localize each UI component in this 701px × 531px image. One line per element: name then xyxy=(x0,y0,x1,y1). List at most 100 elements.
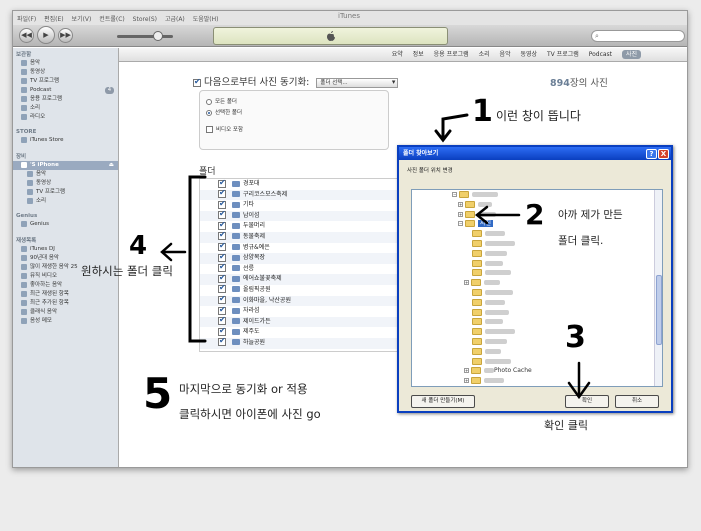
tab-ringtones[interactable]: 소리 xyxy=(479,51,490,58)
expand-icon[interactable]: + xyxy=(464,280,469,286)
previous-button[interactable]: ◀◀ xyxy=(19,28,34,43)
collapse-icon[interactable]: − xyxy=(458,221,463,227)
play-button[interactable]: ▶ xyxy=(37,26,55,44)
tab-movies[interactable]: 동영상 xyxy=(521,51,538,58)
radio-button[interactable] xyxy=(206,98,212,105)
tab-summary[interactable]: 요약 xyxy=(392,51,403,58)
folder-checkbox[interactable] xyxy=(218,273,226,283)
expand-icon[interactable]: + xyxy=(458,211,463,217)
menu-view[interactable]: 보기(V) xyxy=(72,16,92,23)
dialog-titlebar: 폴더 찾아보기 ? X xyxy=(399,147,671,160)
tree-node[interactable] xyxy=(412,317,662,327)
sync-photos-checkbox[interactable] xyxy=(193,77,201,87)
sidebar-item-genius[interactable]: Genius xyxy=(13,220,118,229)
tree-node[interactable]: + Photo Cache xyxy=(412,366,662,376)
radio-all-folders[interactable]: 모든 폴더 xyxy=(206,97,382,108)
volume-slider[interactable] xyxy=(117,31,173,41)
menu-store[interactable]: Store(S) xyxy=(133,16,157,23)
sidebar-item-device-music[interactable]: 음악 xyxy=(13,170,118,179)
tab-podcast[interactable]: Podcast xyxy=(589,51,612,58)
folder-checkbox[interactable] xyxy=(218,230,226,241)
sidebar-item-tv[interactable]: TV 프로그램 xyxy=(13,77,118,86)
folder-checkbox[interactable] xyxy=(218,336,226,347)
tree-node[interactable] xyxy=(412,308,662,318)
volume-knob[interactable] xyxy=(153,31,163,41)
sidebar-item-device-tv[interactable]: TV 프로그램 xyxy=(13,188,118,197)
tree-node[interactable] xyxy=(412,239,662,249)
folder-checkbox[interactable] xyxy=(218,220,226,230)
sidebar-item-playlist[interactable]: 90년대 음악 xyxy=(13,254,118,263)
menu-help[interactable]: 도움말(H) xyxy=(193,16,219,23)
include-video-checkbox[interactable] xyxy=(206,126,213,133)
tab-tv[interactable]: TV 프로그램 xyxy=(547,51,579,58)
sidebar-item-apps[interactable]: 응용 프로그램 xyxy=(13,95,118,104)
folder-checkbox[interactable] xyxy=(218,315,226,326)
sidebar-item-movies[interactable]: 동영상 xyxy=(13,68,118,77)
sidebar-item-playlist[interactable]: 음성 메모 xyxy=(13,317,118,326)
folder-checkbox[interactable] xyxy=(218,305,226,315)
folder-checkbox[interactable] xyxy=(218,326,226,336)
tree-node[interactable] xyxy=(412,337,662,347)
tree-node[interactable] xyxy=(412,288,662,298)
radio-selected-folders[interactable]: 선택한 폴더 xyxy=(206,108,382,119)
sidebar-item-radio[interactable]: 라디오 xyxy=(13,113,118,122)
tab-info[interactable]: 정보 xyxy=(413,51,424,58)
sidebar-item-playlist[interactable]: iTunes DJ xyxy=(13,245,118,254)
ok-button[interactable]: 확인 xyxy=(565,395,609,408)
sidebar-item-iphone[interactable]: 'S iPhone ⏏ xyxy=(13,161,118,170)
help-icon[interactable]: ? xyxy=(646,149,657,159)
sidebar-item-device-sounds[interactable]: 소리 xyxy=(13,197,118,206)
tree-node[interactable] xyxy=(412,327,662,337)
cancel-button[interactable]: 취소 xyxy=(615,395,659,408)
tree-node[interactable] xyxy=(412,249,662,259)
sidebar-item-playlist[interactable]: 좋아하는 음악 xyxy=(13,281,118,290)
menu-edit[interactable]: 편집(E) xyxy=(44,16,64,23)
folder-icon xyxy=(472,347,482,355)
film-icon xyxy=(27,179,33,186)
folder-checkbox[interactable] xyxy=(218,209,226,220)
folder-checkbox[interactable] xyxy=(218,262,226,273)
sidebar-item-sounds[interactable]: 소리 xyxy=(13,104,118,113)
tree-node[interactable] xyxy=(412,298,662,308)
collapse-icon[interactable]: − xyxy=(452,192,457,197)
menu-controls[interactable]: 컨트롤(C) xyxy=(99,16,124,23)
sidebar-item-playlist[interactable]: 최근 추가된 항목 xyxy=(13,299,118,308)
sidebar-item-playlist[interactable]: 클래식 음악 xyxy=(13,308,118,317)
tree-node[interactable] xyxy=(412,357,662,367)
sidebar-item-itunes-store[interactable]: iTunes Store xyxy=(13,136,118,145)
menu-advanced[interactable]: 고급(A) xyxy=(165,16,185,23)
menu-file[interactable]: 파일(F) xyxy=(17,16,36,23)
folder-checkbox[interactable] xyxy=(218,178,226,188)
include-video-option[interactable]: 비디오 포함 xyxy=(206,125,382,136)
search-input[interactable]: ⌕ xyxy=(591,30,685,42)
expand-icon[interactable]: + xyxy=(458,201,463,207)
next-button[interactable]: ▶▶ xyxy=(58,28,73,43)
folder-checkbox[interactable] xyxy=(218,294,226,305)
photo-source-select[interactable]: 폴더 선택... xyxy=(316,77,399,88)
tree-node[interactable]: + xyxy=(412,278,662,288)
folder-checkbox[interactable] xyxy=(218,241,226,252)
scrollbar-thumb[interactable] xyxy=(656,275,662,345)
close-icon[interactable]: X xyxy=(658,149,669,159)
folder-checkbox[interactable] xyxy=(218,188,226,199)
folder-checkbox[interactable] xyxy=(218,252,226,262)
tab-apps[interactable]: 응용 프로그램 xyxy=(434,51,469,58)
sidebar-item-playlist[interactable]: 최근 재생된 항목 xyxy=(13,290,118,299)
expand-icon[interactable]: + xyxy=(464,368,469,374)
tree-node[interactable] xyxy=(412,268,662,278)
eject-icon[interactable]: ⏏ xyxy=(109,161,114,170)
expand-icon[interactable]: + xyxy=(464,378,469,384)
tab-music[interactable]: 음악 xyxy=(500,51,511,58)
radio-button[interactable] xyxy=(206,109,212,116)
folder-checkbox[interactable] xyxy=(218,283,226,294)
tree-scrollbar[interactable] xyxy=(654,190,662,386)
tab-photos[interactable]: 사진 xyxy=(621,50,641,59)
tree-node[interactable] xyxy=(412,259,662,269)
folder-checkbox[interactable] xyxy=(218,199,226,209)
tree-node[interactable] xyxy=(412,347,662,357)
sidebar-item-podcast[interactable]: Podcast 4 xyxy=(13,86,118,95)
tree-node[interactable]: + xyxy=(412,376,662,386)
sidebar-item-device-movies[interactable]: 동영상 xyxy=(13,179,118,188)
new-folder-button[interactable]: 새 폴더 만들기(M) xyxy=(411,395,475,408)
sidebar-item-music[interactable]: 음악 xyxy=(13,59,118,68)
